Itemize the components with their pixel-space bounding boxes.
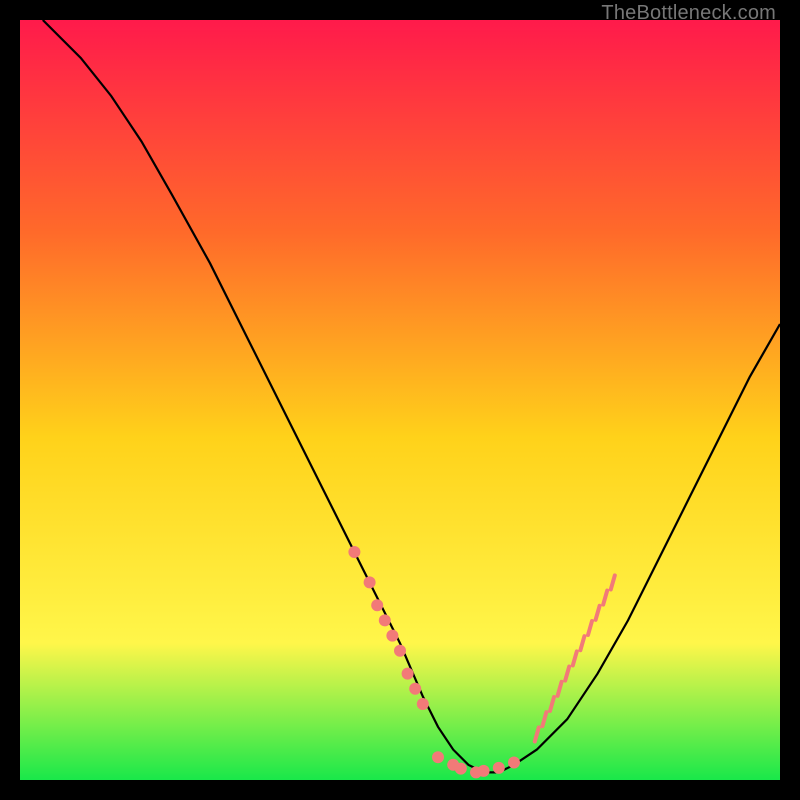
marker-dot	[455, 763, 467, 775]
marker-dot	[478, 765, 490, 777]
marker-dot	[394, 645, 406, 657]
watermark-text: TheBottleneck.com	[601, 2, 776, 25]
marker-dot	[493, 762, 505, 774]
chart-svg	[20, 20, 780, 780]
marker-dot	[364, 576, 376, 588]
marker-dot	[409, 683, 421, 695]
marker-dot	[417, 698, 429, 710]
gradient-background	[20, 20, 780, 780]
marker-dot	[371, 599, 383, 611]
marker-dot	[386, 630, 398, 642]
marker-dot	[402, 668, 414, 680]
marker-dot	[508, 757, 520, 769]
marker-dot	[379, 614, 391, 626]
marker-dot	[348, 546, 360, 558]
marker-dot	[432, 751, 444, 763]
